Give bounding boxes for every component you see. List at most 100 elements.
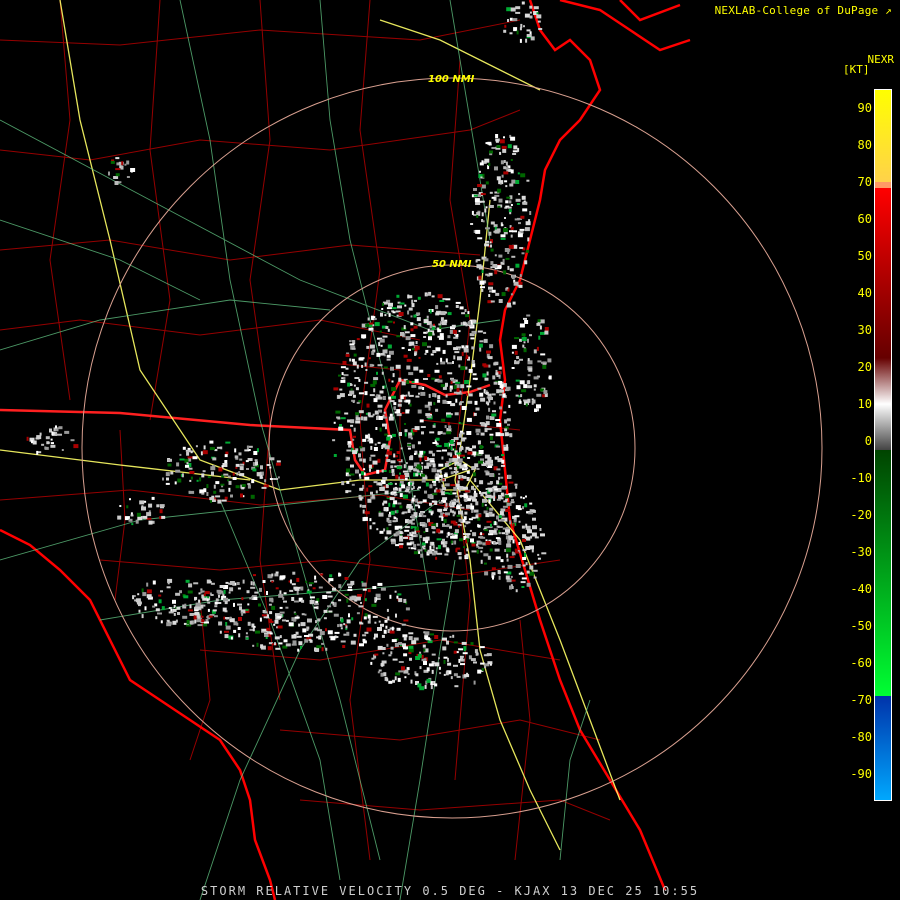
echo-pixel	[505, 509, 511, 512]
echo-pixel	[494, 521, 497, 526]
echo-pixel	[398, 642, 403, 645]
echo-pixel	[237, 627, 241, 630]
legend-tick: 80	[857, 138, 872, 152]
echo-pixel	[397, 502, 402, 505]
echo-pixel	[254, 459, 258, 462]
echo-pixel	[371, 657, 375, 660]
echo-pixel	[278, 642, 283, 645]
legend-tick: 30	[857, 323, 872, 337]
echo-pixel	[346, 468, 350, 473]
echo-pixel	[470, 538, 474, 543]
echo-pixel	[381, 445, 384, 449]
echo-pixel	[485, 227, 490, 230]
echo-pixel	[432, 453, 435, 457]
echo-pixel	[351, 358, 355, 362]
echo-pixel	[503, 29, 507, 33]
echo-pixel	[449, 467, 453, 470]
echo-pixel	[417, 487, 419, 490]
echo-pixel	[473, 509, 479, 513]
echo-pixel	[515, 263, 520, 268]
echo-pixel	[446, 640, 449, 645]
echo-pixel	[349, 390, 355, 395]
echo-pixel	[386, 459, 391, 462]
echo-pixel	[392, 520, 397, 523]
echo-pixel	[443, 656, 448, 659]
echo-pixel	[209, 440, 214, 444]
echo-pixel	[435, 547, 438, 550]
echo-pixel	[26, 436, 29, 441]
external-link-icon[interactable]: ↗	[885, 4, 892, 17]
echo-pixel	[373, 398, 378, 403]
echo-pixel	[341, 372, 344, 376]
echo-pixel	[407, 673, 410, 675]
echo-pixel	[500, 519, 505, 521]
echo-pixel	[417, 549, 423, 552]
echo-pixel	[410, 455, 414, 460]
echo-pixel	[260, 644, 264, 649]
echo-pixel	[292, 571, 296, 575]
echo-pixel	[355, 387, 359, 391]
echo-pixel	[508, 200, 512, 204]
echo-pixel	[455, 398, 458, 403]
echo-pixel	[477, 524, 481, 528]
echo-pixel	[506, 287, 509, 290]
echo-pixel	[467, 321, 471, 326]
echo-pixel	[345, 367, 349, 370]
echo-pixel	[478, 343, 483, 348]
echo-pixel	[138, 604, 141, 607]
echo-pixel	[439, 672, 442, 675]
echo-pixel	[503, 446, 509, 451]
echo-pixel	[338, 584, 342, 589]
echo-pixel	[516, 203, 520, 205]
echo-pixel	[381, 302, 384, 306]
echo-pixel	[526, 179, 530, 182]
echo-pixel	[393, 453, 396, 458]
credit-label: NEXLAB-College of DuPage ↗	[714, 4, 892, 17]
echo-pixel	[489, 416, 495, 420]
echo-pixel	[350, 640, 356, 645]
echo-pixel	[520, 23, 523, 28]
echo-pixel	[449, 440, 454, 444]
echo-pixel	[371, 603, 377, 607]
echo-pixel	[245, 637, 249, 640]
echo-pixel	[377, 627, 382, 631]
echo-pixel	[540, 353, 546, 356]
echo-pixel	[228, 582, 234, 585]
ring-label-50: 50 NMI	[432, 259, 472, 270]
echo-pixel	[394, 517, 397, 520]
echo-pixel	[385, 326, 389, 329]
echo-pixel	[175, 469, 181, 473]
echo-pixel	[408, 636, 413, 641]
echo-pixel	[529, 571, 535, 576]
echo-pixel	[403, 619, 409, 622]
echo-pixel	[539, 528, 542, 531]
echo-pixel	[479, 162, 484, 166]
echo-pixel	[442, 349, 446, 354]
echo-pixel	[482, 220, 485, 223]
echo-pixel	[506, 543, 512, 548]
echo-pixel	[479, 392, 484, 397]
echo-pixel	[536, 404, 541, 409]
echo-pixel	[247, 483, 251, 486]
echo-pixel	[425, 540, 429, 544]
echo-pixel	[442, 544, 447, 548]
echo-pixel	[261, 614, 267, 617]
echo-pixel	[527, 374, 531, 377]
echo-pixel	[466, 355, 469, 359]
echo-pixel	[50, 438, 53, 441]
echo-pixel	[275, 647, 281, 650]
echo-pixel	[442, 538, 445, 542]
echo-pixel	[509, 32, 513, 35]
echo-pixel	[359, 458, 363, 462]
echo-pixel	[453, 391, 457, 394]
echo-pixel	[340, 379, 346, 383]
echo-pixel	[496, 176, 501, 181]
echo-pixel	[250, 494, 255, 499]
echo-pixel	[404, 423, 406, 425]
echo-pixel	[372, 413, 375, 416]
echo-pixel	[463, 346, 467, 350]
echo-pixel	[398, 312, 404, 316]
echo-pixel	[210, 466, 216, 471]
echo-pixel	[414, 352, 417, 356]
echo-pixel	[386, 307, 392, 310]
